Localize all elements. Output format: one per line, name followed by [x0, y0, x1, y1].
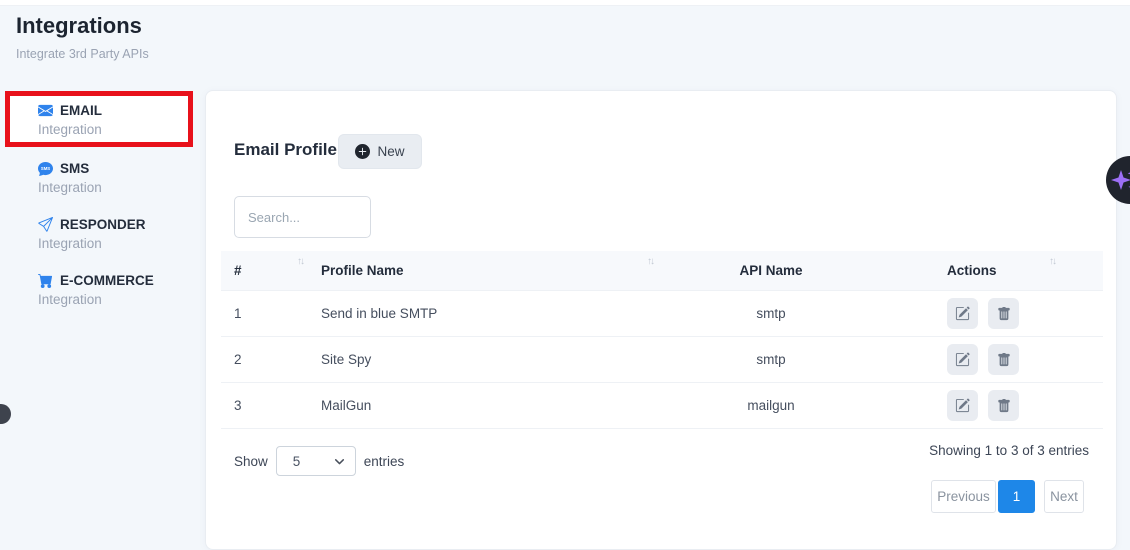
page-size-value: 5 — [293, 454, 301, 469]
sort-icon[interactable]: ↑↓ — [1049, 256, 1055, 267]
sms-chat-icon: SMS — [38, 161, 53, 176]
profile-name-cell: MailGun — [311, 383, 661, 428]
row-number-cell: 2 — [221, 337, 311, 382]
integrations-page: Integrations Integrate 3rd Party APIs EM… — [0, 0, 1130, 528]
panel-heading: Email Profile — [234, 140, 337, 160]
svg-text:SMS: SMS — [41, 166, 50, 171]
column-header-profile-name[interactable]: Profile Name ↑↓ — [311, 251, 661, 290]
row-number-cell: 3 — [221, 383, 311, 428]
table-row: 1 Send in blue SMTP smtp — [221, 291, 1103, 337]
sidebar-item-ecommerce-sub: Integration — [38, 292, 154, 307]
page-size-select[interactable]: 5 — [276, 446, 356, 476]
sidebar-item-responder-sub: Integration — [38, 236, 146, 251]
sidebar-item-ecommerce[interactable]: E-COMMERCE Integration — [38, 272, 154, 307]
pencil-square-icon — [955, 352, 970, 367]
previous-page-button[interactable]: Previous — [931, 480, 996, 513]
email-profile-panel: Email Profile New # ↑↓ Profile Name ↑↓ A… — [205, 90, 1117, 550]
edit-button[interactable] — [947, 390, 978, 421]
table-row: 2 Site Spy smtp — [221, 337, 1103, 383]
paper-plane-icon — [38, 217, 53, 232]
sidebar-item-email-sub: Integration — [38, 122, 191, 137]
envelope-icon — [38, 103, 53, 118]
trash-icon — [997, 399, 1011, 413]
sidebar-item-ecommerce-label: E-COMMERCE — [60, 273, 154, 288]
page-subtitle: Integrate 3rd Party APIs — [16, 47, 149, 61]
sparkles-icon — [1109, 164, 1130, 196]
pagination: Previous 1 Next — [931, 480, 1084, 513]
sidebar-item-sms[interactable]: SMS SMS Integration — [38, 160, 102, 195]
show-label: Show — [234, 454, 268, 469]
page-title: Integrations — [16, 13, 142, 39]
column-header-api-name[interactable]: API Name — [661, 251, 881, 290]
sidebar-item-email[interactable]: EMAIL Integration — [10, 96, 191, 143]
actions-cell — [881, 383, 1103, 428]
sidebar-item-email-label: EMAIL — [60, 103, 102, 118]
sidebar-item-sms-label: SMS — [60, 161, 89, 176]
search-input[interactable] — [234, 196, 371, 238]
next-page-button[interactable]: Next — [1044, 480, 1084, 513]
api-name-cell: smtp — [661, 337, 881, 382]
page-size-control: Show 5 entries — [234, 446, 404, 476]
table-body: 1 Send in blue SMTP smtp 2 Site Spy smtp — [221, 291, 1103, 429]
sort-icon[interactable]: ↑↓ — [297, 256, 303, 267]
sidebar-item-responder-label: RESPONDER — [60, 217, 146, 232]
column-header-number[interactable]: # ↑↓ — [221, 251, 311, 290]
delete-button[interactable] — [988, 344, 1019, 375]
new-button-label: New — [377, 144, 404, 159]
delete-button[interactable] — [988, 298, 1019, 329]
sidebar-item-sms-sub: Integration — [38, 180, 102, 195]
pencil-square-icon — [955, 398, 970, 413]
current-page-button[interactable]: 1 — [998, 480, 1035, 513]
new-profile-button[interactable]: New — [338, 134, 422, 169]
entries-label: entries — [364, 454, 405, 469]
entries-summary: Showing 1 to 3 of 3 entries — [929, 443, 1089, 458]
sidebar-item-responder[interactable]: RESPONDER Integration — [38, 216, 146, 251]
plus-circle-icon — [355, 144, 370, 159]
table-header-row: # ↑↓ Profile Name ↑↓ API Name Actions ↑↓ — [221, 251, 1103, 291]
delete-button[interactable] — [988, 390, 1019, 421]
edit-button[interactable] — [947, 298, 978, 329]
sort-icon[interactable]: ↑↓ — [647, 256, 653, 267]
api-name-cell: mailgun — [661, 383, 881, 428]
left-edge-widget-handle[interactable] — [0, 404, 11, 424]
profile-name-cell: Site Spy — [311, 337, 661, 382]
actions-cell — [881, 291, 1103, 336]
top-bar-remnant — [0, 0, 1130, 6]
row-number-cell: 1 — [221, 291, 311, 336]
trash-icon — [997, 353, 1011, 367]
chevron-down-icon — [334, 456, 345, 467]
trash-icon — [997, 307, 1011, 321]
profile-name-cell: Send in blue SMTP — [311, 291, 661, 336]
table-row: 3 MailGun mailgun — [221, 383, 1103, 429]
api-name-cell: smtp — [661, 291, 881, 336]
column-header-actions[interactable]: Actions ↑↓ — [881, 251, 1103, 290]
actions-cell — [881, 337, 1103, 382]
email-profile-table: # ↑↓ Profile Name ↑↓ API Name Actions ↑↓… — [221, 251, 1103, 429]
pencil-square-icon — [955, 306, 970, 321]
shopping-cart-icon — [38, 273, 53, 288]
edit-button[interactable] — [947, 344, 978, 375]
